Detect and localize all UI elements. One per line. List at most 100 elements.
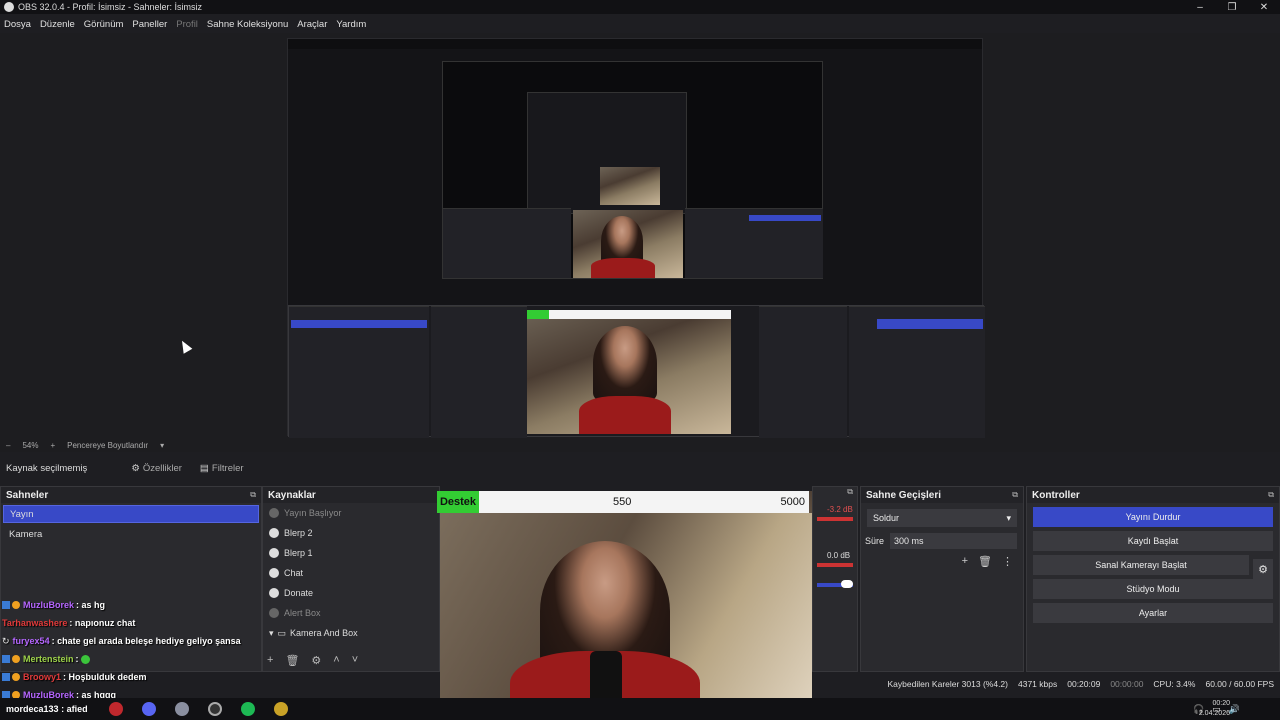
bitrate: 4371 kbps [1018,679,1058,689]
menu-sahne-koleksiyonu[interactable]: Sahne Koleksiyonu [207,19,288,30]
scenes-title: Sahneler [6,489,49,501]
sources-title: Kaynaklar [268,489,316,501]
controls-title: Kontroller [1032,489,1080,501]
chat-msg: chate gel arada beleşe hediye geliyo şan… [57,636,241,646]
chat-msg: afied [66,704,88,714]
remove-transition-button[interactable]: 🗑 [978,555,992,568]
menu-profil[interactable]: Profil [176,19,198,30]
maximize-button[interactable]: ❐ [1216,0,1248,14]
mixer-undock-icon[interactable]: ⧉ [813,487,857,503]
nested-preview-level3 [527,92,687,214]
chat-line: Tarhanwashere: napıonuz chat [0,614,440,632]
chat-user: Mertenstein [23,654,74,664]
menu-paneller[interactable]: Paneller [132,19,167,30]
zoom-row: – 54% + Pencereye Boyutlandır ▾ [0,439,1280,452]
stream-time: 00:20:09 [1067,679,1101,689]
minimize-button[interactable]: – [1184,0,1216,14]
status-bar: Kaybedilen Kareler 3013 (%4.2) 4371 kbps… [812,676,1280,692]
nested-dock-area [288,305,985,438]
source-label: Blerp 1 [284,548,313,558]
add-transition-button[interactable]: + [962,555,968,568]
goal-tag: Destek [437,491,479,513]
chat-sep: : [69,618,73,628]
menu-gorunum[interactable]: Görünüm [84,19,124,30]
menu-duzenle[interactable]: Düzenle [40,19,75,30]
system-clock[interactable]: 00:20 2.04.2026 [1199,699,1230,719]
scene-item-kamera[interactable]: Kamera [3,525,259,543]
undock-icon[interactable]: ⧉ [1012,490,1018,500]
zoom-out-button[interactable]: – [6,441,10,450]
stop-stream-button[interactable]: Yayını Durdur [1033,507,1273,527]
menu-yardim[interactable]: Yardım [336,19,366,30]
volume-icon[interactable]: 🔊 [1229,704,1240,715]
cpu-usage: CPU: 3.4% [1153,679,1196,689]
source-label: Blerp 2 [284,528,313,538]
source-type-icon [269,548,279,558]
spotify-icon[interactable] [241,702,255,716]
discord-icon[interactable] [142,702,156,716]
clock-time: 00:20 [1212,700,1230,707]
app-red-icon[interactable] [109,702,123,716]
chat-user: MuzluBorek [23,600,75,610]
refresh-icon: ↻ [2,635,10,646]
transition-value: Soldur [873,513,900,523]
chat-line: ↻ furyex54: chate gel arada beleşe hediye… [0,632,440,650]
virtual-camera-settings-icon[interactable]: ⚙ [1253,559,1273,579]
close-button[interactable]: ✕ [1248,0,1280,14]
duration-input[interactable]: 300 ms [890,533,1017,549]
undock-icon[interactable]: ⧉ [250,490,256,500]
chat-msg: as hg [81,600,106,610]
source-item[interactable]: Yayın Başlıyor [263,503,439,523]
chat-sep: : [75,654,79,664]
source-item[interactable]: Blerp 2 [263,523,439,543]
badge-icon [12,601,20,609]
zoom-level: 54% [22,441,39,450]
chat-sep: : [61,704,65,714]
rec-time: 00:00:00 [1110,679,1144,689]
duration-label: Süre [865,536,885,546]
menu-araclar[interactable]: Araçlar [297,19,327,30]
chat-msg: Hoşbulduk dedem [68,672,147,682]
chat-sep: : [76,600,80,610]
fps: 60.00 / 60.00 FPS [1205,679,1274,689]
source-type-icon [269,508,279,518]
properties-button[interactable]: ⚙ Özellikler [131,463,182,474]
menu-dosya[interactable]: Dosya [4,19,31,30]
zoom-in-button[interactable]: + [50,441,55,450]
source-item[interactable]: Chat [263,563,439,583]
clock-date: 2.04.2026 [1198,710,1230,717]
source-item[interactable]: Blerp 1 [263,543,439,563]
chat-msg: napıonuz chat [74,618,136,628]
volume-slider[interactable] [817,580,853,588]
transitions-dock: Sahne Geçişleri ⧉ Soldur ▾ Süre 300 ms + 🗑… [860,486,1024,672]
undock-icon[interactable]: ⧉ [1268,490,1274,500]
controls-dock: Kontroller ⧉ Yayını Durdur Kaydı Başlat S… [1026,486,1280,672]
badge-icon [2,673,10,681]
chat-overlay: MuzluBorek: as hg Tarhanwashere: napıonu… [0,596,440,700]
start-recording-button[interactable]: Kaydı Başlat [1033,531,1273,551]
filters-button[interactable]: ▤ Filtreler [200,463,244,474]
settings-button[interactable]: Ayarlar [1033,603,1273,623]
nested-preview-level2 [442,61,823,279]
badge-icon [12,655,20,663]
menu-bar: Dosya Düzenle Görünüm Paneller Profil Sa… [0,16,1280,32]
transition-select[interactable]: Soldur ▾ [867,509,1017,527]
chat-sep: : [51,636,55,646]
filters-label: Filtreler [211,462,244,474]
preview-nested-capture [287,38,985,438]
taskbar: mordeca133 : afied 🎧 ▭ 🔊 00:20 2.04.2026 [0,698,1280,720]
studio-mode-button[interactable]: Stüdyo Modu [1033,579,1273,599]
fit-dropdown-arrow-icon[interactable]: ▾ [160,441,164,450]
obs-icon[interactable] [208,702,222,716]
chat-user: Tarhanwashere [2,618,68,628]
chat-line: Broowy1: Hoşbulduk dedem [0,668,440,686]
chevron-down-icon: ▾ [1006,512,1011,523]
scene-item-yayin[interactable]: Yayın [3,505,259,523]
mixer-db-2: 0.0 dB [827,551,851,560]
app-yellow-icon[interactable] [274,702,288,716]
chat-sep: : [63,672,67,682]
start-virtual-camera-button[interactable]: Sanal Kamerayı Başlat [1033,555,1249,575]
fit-to-window-dropdown[interactable]: Pencereye Boyutlandır [67,441,148,450]
app-settings-icon[interactable] [175,702,189,716]
transition-menu-button[interactable]: ⋮ [1002,555,1013,568]
